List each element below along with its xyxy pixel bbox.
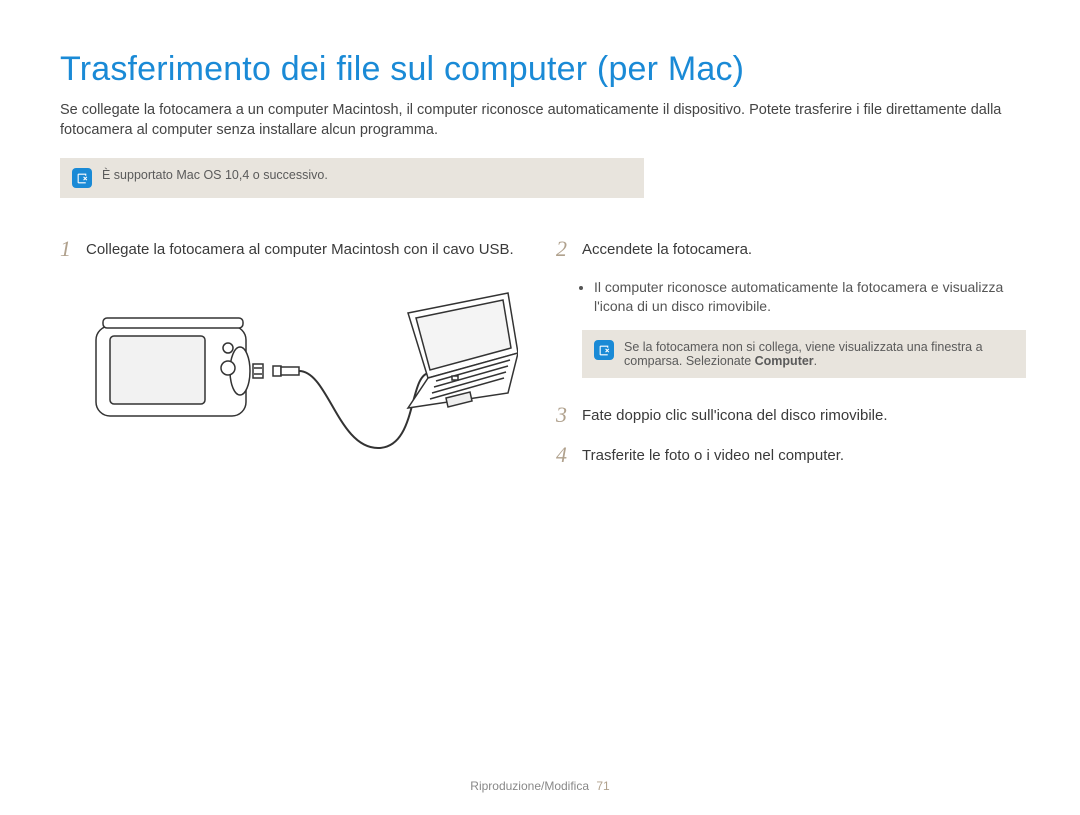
step-4: 4 Trasferite le foto o i video nel compu… [556,444,1026,466]
footer-page-number: 71 [596,779,609,793]
step-3: 3 Fate doppio clic sull'icona del disco … [556,404,1026,426]
camera-laptop-illustration [78,278,518,458]
note-icon [594,340,614,360]
top-note-box: È supportato Mac OS 10,4 o successivo. [60,158,644,198]
footer-section: Riproduzione/Modifica [470,779,589,793]
right-note-text: Se la fotocamera non si collega, viene v… [624,340,1014,368]
manual-page: Trasferimento dei file sul computer (per… [0,0,1080,815]
right-note-part-c: . [814,354,817,368]
top-note-text: È supportato Mac OS 10,4 o successivo. [102,168,328,182]
connection-diagram [78,278,518,463]
step-text: Accendete la fotocamera. [582,238,752,260]
right-note-box: Se la fotocamera non si collega, viene v… [582,330,1026,378]
page-title: Trasferimento dei file sul computer (per… [60,50,1020,89]
step-text: Trasferite le foto o i video nel compute… [582,444,844,466]
content-columns: 1 Collegate la fotocamera al computer Ma… [60,238,1020,485]
step-number: 1 [60,238,76,260]
page-footer: Riproduzione/Modifica 71 [0,779,1080,793]
right-note-bold: Computer [755,354,814,368]
step-text: Collegate la fotocamera al computer Maci… [86,238,514,260]
note-icon [72,168,92,188]
column-right: 2 Accendete la fotocamera. Il computer r… [556,238,1026,485]
step-1: 1 Collegate la fotocamera al computer Ma… [60,238,518,260]
step-2-bullet: Il computer riconosce automaticamente la… [594,278,1026,316]
step-2-bullets: Il computer riconosce automaticamente la… [594,278,1026,316]
step-number: 4 [556,444,572,466]
step-number: 3 [556,404,572,426]
intro-paragraph: Se collegate la fotocamera a un computer… [60,101,1020,140]
column-left: 1 Collegate la fotocamera al computer Ma… [60,238,518,485]
step-text: Fate doppio clic sull'icona del disco ri… [582,404,888,426]
step-number: 2 [556,238,572,260]
step-2: 2 Accendete la fotocamera. [556,238,1026,260]
